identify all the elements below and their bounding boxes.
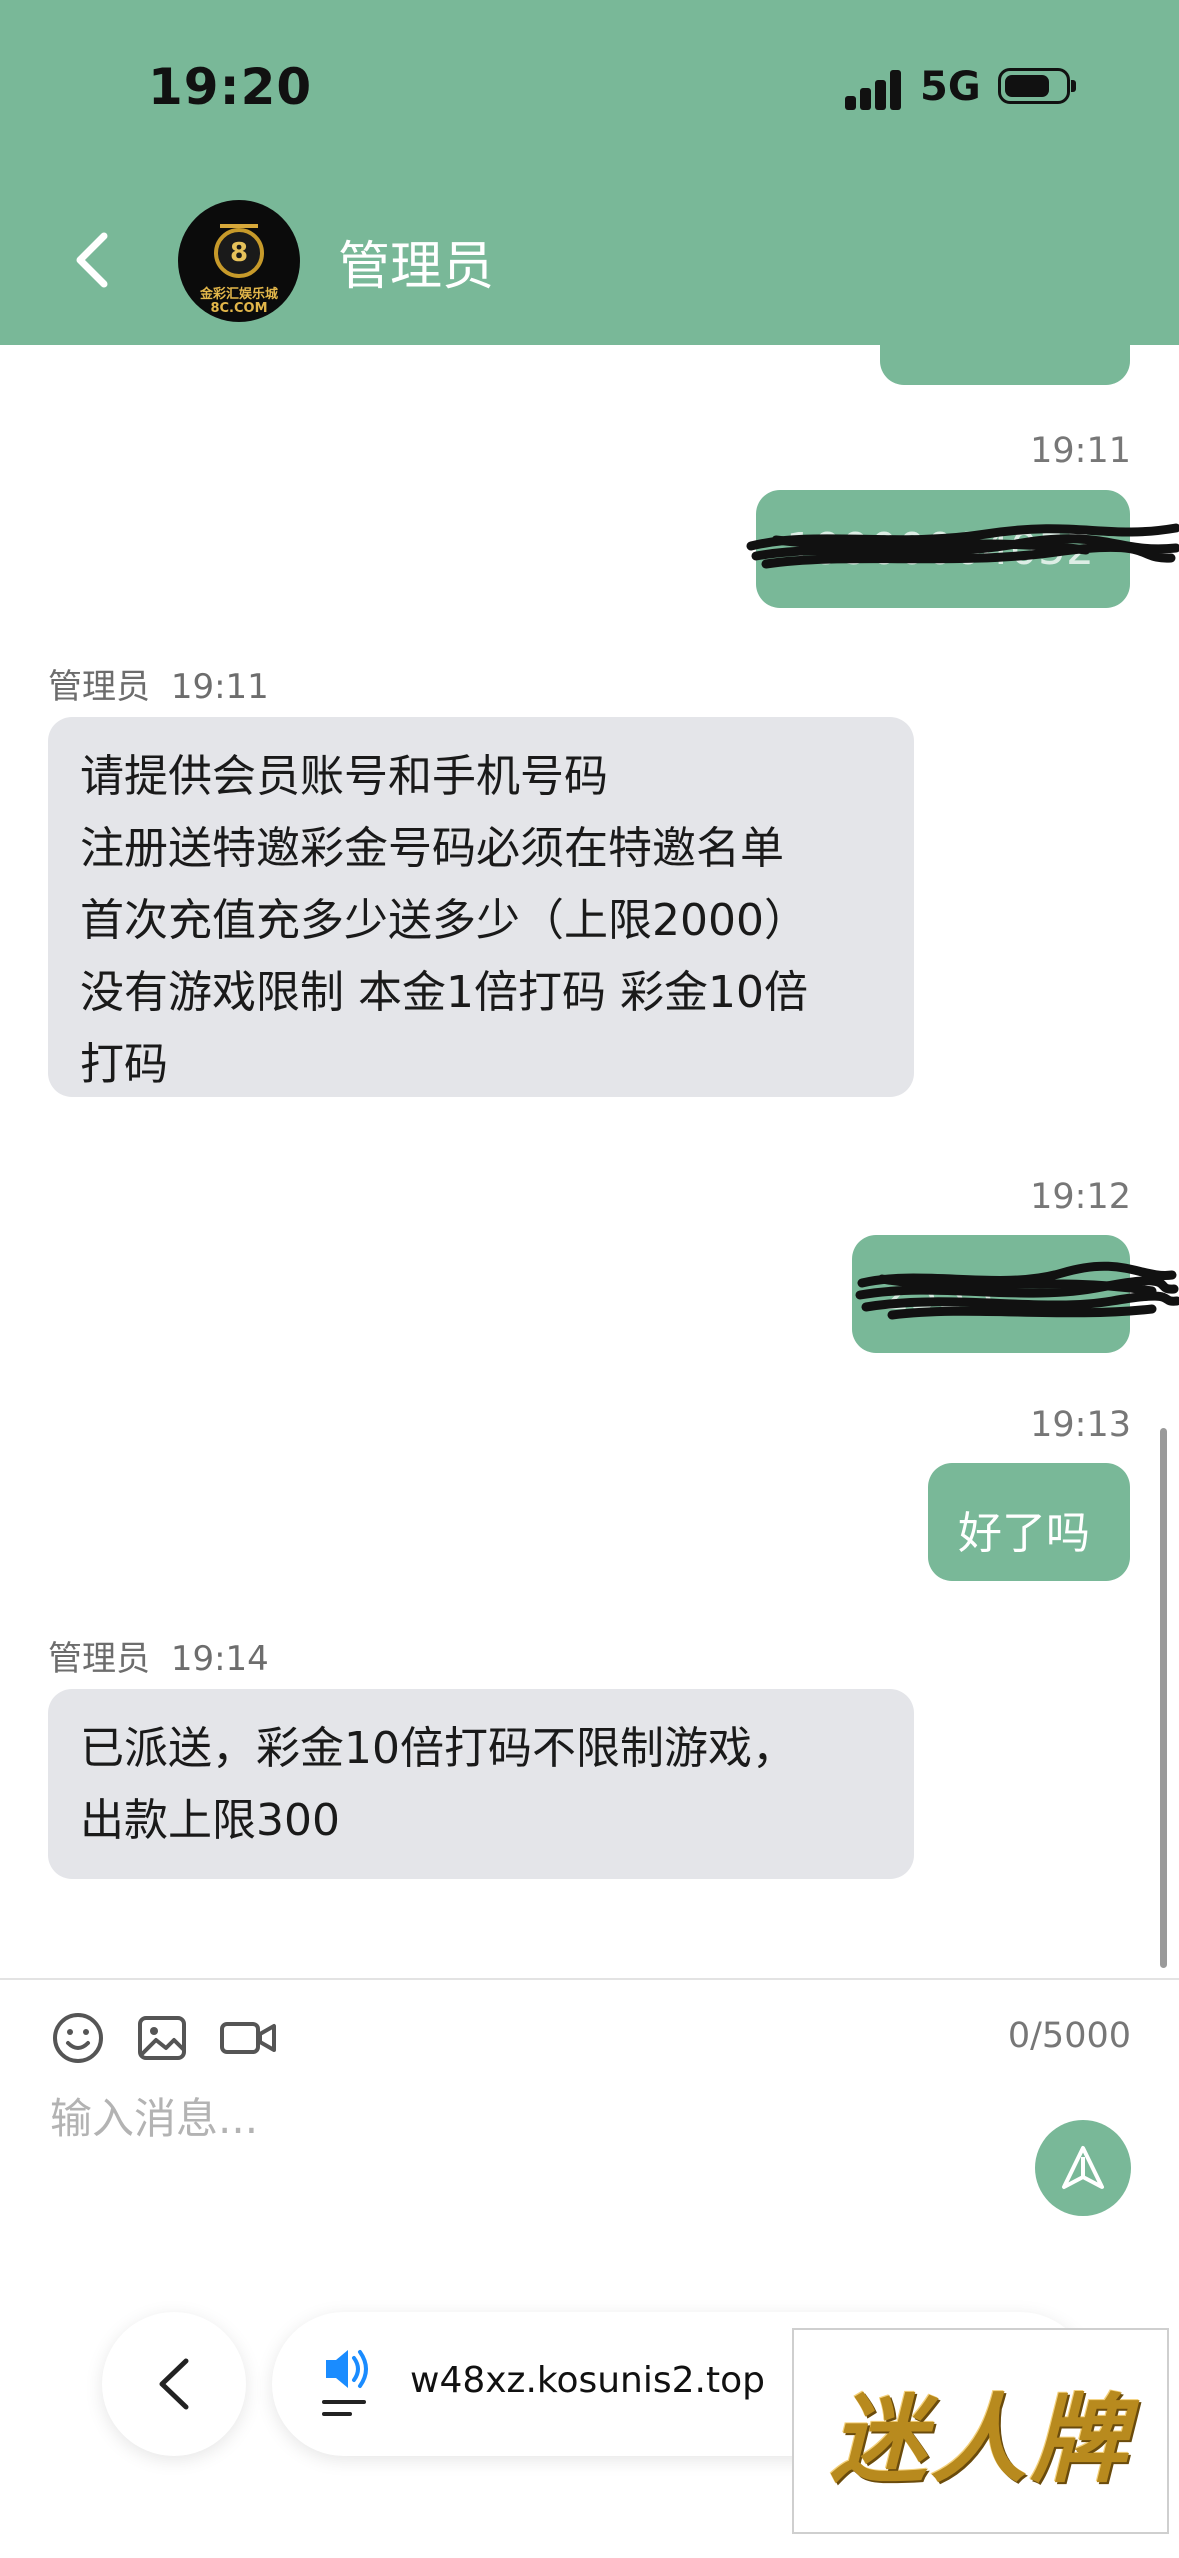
back-button[interactable] [62,225,122,295]
send-icon [1062,2146,1104,2189]
sender-line: 管理员 19:11 [48,659,269,708]
ad-text: 迷人牌 [830,2382,1131,2496]
image-icon [138,2016,186,2060]
message-line: 首次充值充多少送多少（上限2000） [80,895,808,946]
message-line: 已派送，彩金10倍打码不限制游戏， [80,1723,796,1774]
send-button[interactable] [1035,2120,1131,2216]
message-line: 没有游戏限制 本金1倍打码 彩金10倍 [80,967,808,1018]
message-bubble-incoming[interactable]: 已派送，彩金10倍打码不限制游戏， 出款上限300 [48,1689,914,1879]
message-bubble-incoming[interactable]: 请提供会员账号和手机号码 注册送特邀彩金号码必须在特邀名单 首次充值充多少送多少… [48,717,914,1097]
avatar-logo-text: 金彩汇娱乐城 8C.COM [199,287,278,316]
speaker-icon [322,2350,368,2416]
char-counter: 0/5000 [1007,2016,1131,2056]
chevron-left-icon [76,232,108,288]
overlay-ad[interactable]: 迷人牌 [792,2328,1169,2534]
smile-icon [53,2013,103,2063]
crown-icon [220,210,258,228]
network-label: 5G [920,64,981,110]
message-line: 打码 [80,1039,168,1090]
signal-icon [845,68,905,110]
message-list[interactable]: 19:11 19900004052 管理员 19:11 请提供会员账号和手机号码… [0,345,1179,1975]
emoji-button[interactable] [50,2010,106,2066]
status-time: 19:20 [148,58,313,116]
message-line: 出款上限300 [80,1795,340,1846]
battery-level [1005,75,1049,97]
scrollbar[interactable] [1160,1428,1167,1968]
avatar[interactable]: 8 金彩汇娱乐城 8C.COM [178,200,300,322]
battery-icon [998,68,1076,104]
redaction-scribble [855,1261,1179,1320]
message-bubble-outgoing[interactable]: 2533 [852,1235,1179,1353]
chevron-left-icon [159,2358,189,2410]
message-time: 19:11 [1030,431,1131,471]
message-bubble-partial [880,345,1130,385]
message-text: 好了吗 [958,1508,1090,1559]
sender-name: 管理员 [48,1639,150,1679]
message-time: 19:12 [1030,1177,1131,1217]
sender-line: 管理员 19:14 [48,1631,269,1680]
image-button[interactable] [134,2010,190,2066]
browser-back-button[interactable] [102,2312,246,2456]
message-input[interactable] [48,2082,952,2154]
message-time: 19:13 [1030,1405,1131,1445]
page-title: 管理员 [338,237,495,297]
message-time: 19:11 [170,667,269,707]
message-bubble-outgoing[interactable]: 好了吗 [928,1463,1130,1581]
video-icon [220,2022,276,2054]
avatar-ball: 8 [214,228,264,278]
message-bubble-outgoing[interactable]: 19900004052 [746,490,1179,608]
redaction-scribble [746,523,1179,569]
sender-name: 管理员 [48,667,150,707]
url-text: w48xz.kosunis2.top [410,2360,765,2401]
chat-header: 19:20 5G 8 金彩汇娱乐城 8C.COM 管理员 [0,0,1179,345]
message-line: 请提供会员账号和手机号码 [80,751,608,802]
message-time: 19:14 [170,1639,269,1679]
video-button[interactable] [218,2010,278,2066]
message-line: 注册送特邀彩金号码必须在特邀名单 [80,823,784,874]
